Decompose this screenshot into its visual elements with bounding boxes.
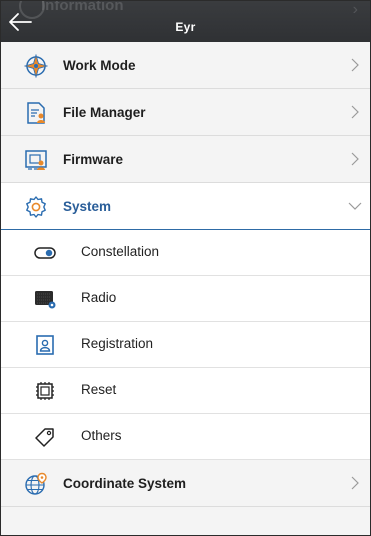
chevron-right-icon-partial: › bbox=[352, 1, 358, 18]
firmware-icon bbox=[25, 150, 47, 170]
menu-item-firmware[interactable]: Firmware bbox=[1, 136, 370, 183]
radio-icon bbox=[35, 291, 56, 309]
submenu-item-reset[interactable]: Reset bbox=[1, 368, 370, 414]
chevron-right-icon bbox=[351, 58, 359, 72]
file-manager-icon bbox=[27, 102, 45, 124]
submenu-item-others[interactable]: Others bbox=[1, 414, 370, 460]
tag-icon bbox=[35, 428, 54, 447]
menu-item-system[interactable]: System bbox=[1, 183, 370, 230]
submenu-item-label: Constellation bbox=[81, 244, 160, 259]
menu-item-file-manager[interactable]: File Manager bbox=[1, 89, 370, 136]
globe-pin-icon bbox=[25, 472, 47, 495]
menu-item-label: System bbox=[63, 198, 112, 214]
menu-item-work-mode[interactable]: Work Mode bbox=[1, 42, 370, 89]
settings-list: Work Mode File Manager Firmware System C… bbox=[1, 42, 370, 507]
chevron-right-icon bbox=[351, 105, 359, 119]
app-frame: Information › Eyr Work Mode File Manager… bbox=[0, 0, 371, 536]
menu-item-coordinate-system[interactable]: Coordinate System bbox=[1, 460, 370, 507]
chevron-right-icon bbox=[351, 476, 359, 490]
submenu-item-label: Radio bbox=[81, 290, 117, 305]
top-bar: Information › Eyr bbox=[1, 1, 370, 42]
submenu-item-label: Others bbox=[81, 428, 122, 443]
gear-icon bbox=[26, 196, 46, 218]
registration-icon bbox=[36, 335, 54, 355]
submenu-item-label: Reset bbox=[81, 382, 117, 397]
partially-hidden-item-label: Information bbox=[41, 0, 124, 14]
submenu-item-constellation[interactable]: Constellation bbox=[1, 230, 370, 276]
menu-item-label: Coordinate System bbox=[63, 475, 187, 491]
menu-item-label: Firmware bbox=[63, 151, 124, 167]
toggle-icon bbox=[34, 247, 56, 259]
page-title: Eyr bbox=[175, 20, 196, 34]
submenu-item-label: Registration bbox=[81, 336, 154, 351]
submenu-item-radio[interactable]: Radio bbox=[1, 276, 370, 322]
menu-item-label: Work Mode bbox=[63, 57, 136, 73]
submenu-item-registration[interactable]: Registration bbox=[1, 322, 370, 368]
chevron-down-icon bbox=[348, 202, 362, 210]
menu-item-label: File Manager bbox=[63, 104, 146, 120]
reset-chip-icon bbox=[36, 382, 54, 400]
compass-icon bbox=[24, 54, 48, 78]
chevron-right-icon bbox=[351, 152, 359, 166]
